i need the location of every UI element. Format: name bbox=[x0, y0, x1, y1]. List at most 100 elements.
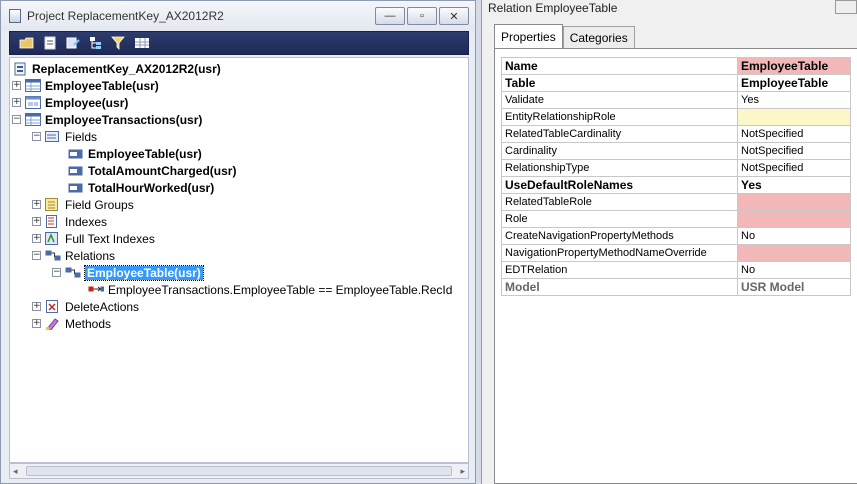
property-row-cardinality[interactable]: Cardinality NotSpecified bbox=[501, 142, 851, 160]
property-value-input[interactable] bbox=[737, 244, 851, 262]
tree-node-field-employee-table[interactable]: EmployeeTable(usr) bbox=[68, 145, 202, 162]
property-row-use-default-role-names[interactable]: UseDefaultRoleNames Yes bbox=[501, 176, 851, 194]
expand-icon[interactable]: + bbox=[12, 98, 21, 107]
tree-label-root: ReplacementKey_AX2012R2(usr) bbox=[32, 61, 221, 76]
compile-icon[interactable] bbox=[64, 35, 81, 51]
relation-icon bbox=[65, 266, 81, 280]
property-row-related-table-cardinality[interactable]: RelatedTableCardinality NotSpecified bbox=[501, 125, 851, 143]
property-key: NavigationPropertyMethodNameOverride bbox=[501, 244, 738, 262]
property-value-input[interactable]: Yes bbox=[737, 91, 851, 109]
table-icon bbox=[25, 79, 41, 93]
tree-node-root[interactable]: ReplacementKey_AX2012R2(usr) bbox=[12, 60, 221, 77]
scroll-left-icon[interactable]: ◂ bbox=[13, 466, 18, 477]
property-value-input[interactable] bbox=[737, 210, 851, 228]
open-folder-icon[interactable] bbox=[18, 35, 35, 51]
tree-label-relation-condition: EmployeeTransactions.EmployeeTable == Em… bbox=[108, 282, 453, 297]
tree-node-employee[interactable]: + Employee(usr) bbox=[12, 94, 128, 111]
property-row-validate[interactable]: Validate Yes bbox=[501, 91, 851, 109]
field-icon bbox=[68, 164, 84, 178]
scroll-right-icon[interactable]: ▸ bbox=[460, 466, 465, 477]
collapse-icon[interactable]: − bbox=[32, 251, 41, 260]
property-key: Table bbox=[501, 74, 738, 92]
property-value-input[interactable]: EmployeeTable bbox=[737, 74, 851, 92]
project-toolbar bbox=[9, 31, 469, 55]
properties-tabs: Properties Categories bbox=[494, 24, 635, 48]
tree-node-full-text-indexes[interactable]: + Full Text Indexes bbox=[32, 230, 155, 247]
tree-node-field-total-hours[interactable]: TotalHourWorked(usr) bbox=[68, 179, 214, 196]
collapse-icon[interactable]: − bbox=[52, 268, 61, 277]
tree-node-field-total-amount[interactable]: TotalAmountCharged(usr) bbox=[68, 162, 236, 179]
field-icon bbox=[68, 181, 84, 195]
property-key: Model bbox=[501, 278, 738, 296]
project-tree[interactable]: ReplacementKey_AX2012R2(usr) + EmployeeT… bbox=[9, 57, 469, 463]
properties-close-button[interactable] bbox=[835, 0, 857, 14]
tab-categories[interactable]: Categories bbox=[562, 26, 635, 48]
tree-label-field-employee-table: EmployeeTable(usr) bbox=[88, 146, 202, 161]
close-button[interactable]: ✕ bbox=[439, 7, 469, 25]
scroll-thumb[interactable] bbox=[26, 466, 452, 476]
grid-icon[interactable] bbox=[133, 35, 150, 51]
property-key: Role bbox=[501, 210, 738, 228]
property-key: RelatedTableRole bbox=[501, 193, 738, 211]
property-key: EDTRelation bbox=[501, 261, 738, 279]
property-value-input[interactable] bbox=[737, 193, 851, 211]
tree-node-field-groups[interactable]: + Field Groups bbox=[32, 196, 134, 213]
tree-label-delete-actions: DeleteActions bbox=[65, 299, 140, 314]
tree-node-employee-table[interactable]: + EmployeeTable(usr) bbox=[12, 77, 159, 94]
expand-icon[interactable]: + bbox=[32, 302, 41, 311]
property-value-input[interactable]: NotSpecified bbox=[737, 142, 851, 160]
property-row-name[interactable]: Name EmployeeTable bbox=[501, 57, 851, 75]
tree-node-indexes[interactable]: + Indexes bbox=[32, 213, 107, 230]
properties-icon[interactable] bbox=[41, 35, 58, 51]
property-key: CreateNavigationPropertyMethods bbox=[501, 227, 738, 245]
property-value-input[interactable]: No bbox=[737, 261, 851, 279]
project-title: Project ReplacementKey_AX2012R2 bbox=[27, 9, 224, 23]
tree-node-relation-condition[interactable]: EmployeeTransactions.EmployeeTable == Em… bbox=[88, 281, 452, 298]
property-row-related-table-role[interactable]: RelatedTableRole bbox=[501, 193, 851, 211]
property-key: RelatedTableCardinality bbox=[501, 125, 738, 143]
property-value-input[interactable] bbox=[737, 108, 851, 126]
collapse-icon[interactable]: − bbox=[12, 115, 21, 124]
tree-label-methods: Methods bbox=[65, 316, 112, 331]
project-node-icon bbox=[12, 62, 28, 76]
tree-node-relations[interactable]: − Relations bbox=[32, 247, 115, 264]
expand-icon[interactable]: + bbox=[32, 319, 41, 328]
expand-icon[interactable]: + bbox=[32, 234, 41, 243]
indexes-icon bbox=[45, 215, 61, 229]
tree-node-relation-employee-table[interactable]: − EmployeeTable(usr) bbox=[52, 264, 204, 281]
tree-icon[interactable] bbox=[87, 35, 104, 51]
expand-icon[interactable]: + bbox=[12, 81, 21, 90]
property-value-input[interactable]: NotSpecified bbox=[737, 125, 851, 143]
properties-panel: Name EmployeeTable Table EmployeeTable V… bbox=[494, 48, 857, 484]
tree-label-employee-table: EmployeeTable(usr) bbox=[45, 78, 159, 93]
property-row-edt-relation[interactable]: EDTRelation No bbox=[501, 261, 851, 279]
tree-label-field-total-amount: TotalAmountCharged(usr) bbox=[88, 163, 237, 178]
tree-node-employee-transactions[interactable]: − EmployeeTransactions(usr) bbox=[12, 111, 202, 128]
property-row-role[interactable]: Role bbox=[501, 210, 851, 228]
tree-node-fields[interactable]: − Fields bbox=[32, 128, 97, 145]
expand-icon[interactable]: + bbox=[32, 217, 41, 226]
horizontal-scrollbar[interactable]: ◂ ▸ bbox=[9, 463, 469, 479]
property-row-entity-relationship-role[interactable]: EntityRelationshipRole bbox=[501, 108, 851, 126]
project-title-bar[interactable]: Project ReplacementKey_AX2012R2 — ▫ ✕ bbox=[1, 1, 475, 31]
properties-window: Relation EmployeeTable Properties Catego… bbox=[481, 0, 857, 484]
property-row-relationship-type[interactable]: RelationshipType NotSpecified bbox=[501, 159, 851, 177]
tree-node-delete-actions[interactable]: + DeleteActions bbox=[32, 298, 139, 315]
tree-node-methods[interactable]: + Methods bbox=[32, 315, 111, 332]
restore-button[interactable]: ▫ bbox=[407, 7, 437, 25]
property-value-input[interactable]: Yes bbox=[737, 176, 851, 194]
collapse-icon[interactable]: − bbox=[32, 132, 41, 141]
property-row-model[interactable]: Model USR Model bbox=[501, 278, 851, 296]
property-value-input[interactable]: EmployeeTable bbox=[737, 57, 851, 75]
property-row-navigation-property-method-name-override[interactable]: NavigationPropertyMethodNameOverride bbox=[501, 244, 851, 262]
property-value-input[interactable]: NotSpecified bbox=[737, 159, 851, 177]
tree-label-indexes: Indexes bbox=[65, 214, 108, 229]
filter-icon[interactable] bbox=[110, 35, 127, 51]
tab-properties[interactable]: Properties bbox=[494, 24, 563, 48]
property-row-create-navigation-property-methods[interactable]: CreateNavigationPropertyMethods No bbox=[501, 227, 851, 245]
expand-icon[interactable]: + bbox=[32, 200, 41, 209]
minimize-button[interactable]: — bbox=[375, 7, 405, 25]
property-row-table[interactable]: Table EmployeeTable bbox=[501, 74, 851, 92]
property-value-input[interactable]: No bbox=[737, 227, 851, 245]
relation-field-icon bbox=[88, 283, 104, 297]
